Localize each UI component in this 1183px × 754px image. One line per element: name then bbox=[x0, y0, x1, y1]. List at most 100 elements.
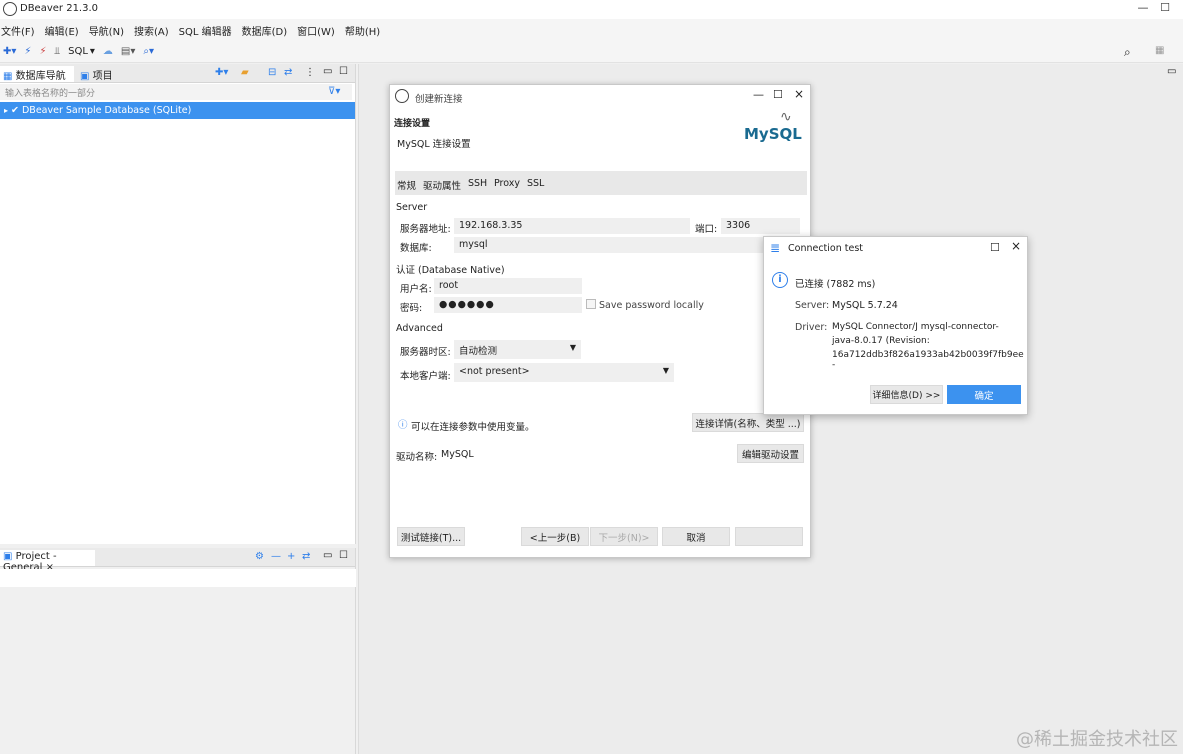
database-tools-icon[interactable]: ▤▾ bbox=[121, 46, 135, 57]
collapse-icon[interactable]: — bbox=[271, 551, 281, 562]
save-password-checkbox[interactable] bbox=[586, 299, 596, 309]
client-select[interactable]: <not present> ▼ bbox=[454, 363, 674, 382]
driver-label: Driver: bbox=[795, 322, 828, 333]
link-icon[interactable]: ⇄ bbox=[302, 551, 310, 562]
settings-icon[interactable]: ⚙ bbox=[255, 551, 264, 562]
main-toolbar: ✚▾ ⚡ ⚡ ⫫ SQL ▾ ☁ ▤▾ ⌕▾ ⌕ ▦ bbox=[0, 41, 1183, 63]
maximize-icon[interactable]: ☐ bbox=[1158, 1, 1172, 15]
edit-driver-button[interactable]: 编辑驱动设置 bbox=[737, 444, 804, 463]
mysql-logo: MySQL bbox=[744, 125, 802, 143]
advanced-section-label: Advanced bbox=[396, 323, 443, 334]
server-value: MySQL 5.7.24 bbox=[832, 300, 898, 311]
server-label: Server: bbox=[795, 300, 830, 311]
minimize-icon[interactable]: — bbox=[1136, 1, 1150, 15]
view-menu-icon[interactable]: ⋮ bbox=[305, 67, 315, 78]
connect-icon[interactable]: ⚡ bbox=[24, 46, 31, 57]
close-icon[interactable]: × bbox=[794, 87, 804, 101]
settings-heading: 连接设置 bbox=[394, 119, 431, 129]
menu-window[interactable]: 窗口(W) bbox=[297, 23, 335, 38]
info-icon: ⓘ bbox=[398, 420, 408, 431]
password-input[interactable]: ●●●●●● bbox=[434, 297, 582, 313]
menu-help[interactable]: 帮助(H) bbox=[345, 23, 380, 38]
driver-name-value: MySQL bbox=[441, 449, 474, 460]
menu-database[interactable]: 数据库(D) bbox=[242, 23, 288, 38]
tab-driver-properties[interactable]: 驱动属性 bbox=[423, 178, 461, 192]
dolphin-icon: ∿ bbox=[780, 109, 792, 125]
menu-edit[interactable]: 编辑(E) bbox=[45, 23, 79, 38]
port-label: 端口: bbox=[695, 224, 718, 235]
maximize-panel-icon[interactable]: ☐ bbox=[339, 550, 348, 561]
perspective-icon[interactable]: ▦ bbox=[1155, 45, 1164, 56]
tree-item-sample-database[interactable]: ▸ ✔ DBeaver Sample Database (SQLite) bbox=[0, 102, 355, 119]
sql-dropdown-icon[interactable]: ▾ bbox=[90, 46, 95, 57]
link-editor-icon[interactable]: ⇄ bbox=[284, 67, 292, 78]
minimize-editor-icon[interactable]: ▭ bbox=[1167, 66, 1176, 77]
minimize-panel-icon[interactable]: ▭ bbox=[323, 66, 332, 77]
tab-proxy[interactable]: Proxy bbox=[494, 178, 520, 189]
menu-navigate[interactable]: 导航(N) bbox=[89, 23, 124, 38]
port-input[interactable]: 3306 bbox=[721, 218, 800, 234]
filter-icon[interactable]: ⊽▾ bbox=[328, 86, 340, 97]
transaction-icon[interactable]: ⫫ bbox=[54, 46, 60, 57]
window-title: DBeaver 21.3.0 bbox=[20, 3, 99, 14]
tab-database-navigator[interactable]: ▦ 数据库导航 × bbox=[0, 66, 74, 93]
sql-button[interactable]: SQL bbox=[68, 46, 88, 57]
add-icon[interactable]: + bbox=[287, 551, 295, 562]
next-button[interactable]: 下一步(N)> bbox=[590, 527, 658, 546]
menu-file[interactable]: 文件(F) bbox=[1, 23, 35, 38]
host-input[interactable]: 192.168.3.35 bbox=[454, 218, 690, 234]
tab-ssh[interactable]: SSH bbox=[468, 178, 487, 189]
driver-name-label: 驱动名称: bbox=[396, 452, 438, 463]
collapse-all-icon[interactable]: ⊟ bbox=[268, 67, 276, 78]
disconnect-icon[interactable]: ⚡ bbox=[39, 46, 46, 57]
expand-arrow-icon[interactable]: ▸ bbox=[4, 106, 8, 115]
project-general-icon: ▣ bbox=[3, 551, 13, 562]
timezone-select[interactable]: 自动检测 ▼ bbox=[454, 340, 581, 359]
new-connection-icon[interactable]: ✚▾ bbox=[3, 46, 16, 57]
settings-subheading: MySQL 连接设置 bbox=[397, 139, 471, 150]
menu-sql-editor[interactable]: SQL 编辑器 bbox=[179, 23, 232, 38]
minimize-panel-icon[interactable]: ▭ bbox=[323, 550, 332, 561]
chevron-down-icon: ▼ bbox=[662, 366, 669, 375]
tab-general[interactable]: 常规 bbox=[397, 178, 416, 192]
maximize-icon[interactable]: ☐ bbox=[773, 88, 783, 101]
ok-button[interactable]: 确定 bbox=[947, 385, 1021, 404]
project-body bbox=[0, 569, 356, 587]
details-button[interactable]: 详细信息(D) >> bbox=[870, 385, 943, 404]
menu-search[interactable]: 搜索(A) bbox=[134, 23, 169, 38]
tab-ssl[interactable]: SSL bbox=[527, 178, 544, 189]
maximize-icon[interactable]: ☐ bbox=[990, 241, 1000, 254]
database-stack-icon: ≣ bbox=[770, 241, 781, 255]
tab-project-general[interactable]: ▣ Project - General × bbox=[0, 550, 95, 573]
create-connection-dialog: 创建新连接 — ☐ × 连接设置 MySQL 连接设置 MySQL ∿ 常规 驱… bbox=[389, 84, 811, 558]
back-button[interactable]: <上一步(B) bbox=[521, 527, 589, 546]
finish-button[interactable] bbox=[735, 527, 803, 546]
navigator-filter-input[interactable]: 输入表格名称的一部分 bbox=[0, 84, 352, 100]
test-connection-button[interactable]: 测试链接(T)... bbox=[397, 527, 465, 546]
timezone-label: 服务器时区: bbox=[400, 347, 451, 358]
driver-value-line2: java-8.0.17 (Revision: bbox=[832, 336, 930, 346]
database-input[interactable]: mysql bbox=[454, 237, 800, 253]
connection-details-button[interactable]: 连接详情(名称、类型 ...) bbox=[692, 413, 804, 432]
username-input[interactable]: root bbox=[434, 278, 582, 294]
client-label: 本地客户端: bbox=[400, 371, 451, 382]
minimize-icon[interactable]: — bbox=[753, 88, 764, 101]
folder-icon[interactable]: ▰ bbox=[241, 67, 249, 78]
search-toolbar-icon[interactable]: ⌕▾ bbox=[143, 46, 154, 57]
project-icon: ▣ bbox=[80, 71, 90, 82]
project-tabstrip: ▣ Project - General × ⚙ — + ⇄ ▭ ☐ bbox=[0, 548, 355, 573]
navigator-tabstrip: ▦ 数据库导航 × ▣ 项目 ✚▾ ▰ ⊟ ⇄ ⋮ ▭ ☐ bbox=[0, 64, 355, 93]
database-label: 数据库: bbox=[400, 243, 432, 254]
cancel-button[interactable]: 取消 bbox=[662, 527, 730, 546]
info-icon: i bbox=[772, 272, 788, 288]
maximize-panel-icon[interactable]: ☐ bbox=[339, 66, 348, 77]
commit-icon[interactable]: ☁ bbox=[103, 46, 113, 57]
save-password-label: Save password locally bbox=[599, 300, 704, 311]
tab-projects[interactable]: ▣ 项目 bbox=[77, 66, 116, 82]
username-label: 用户名: bbox=[400, 284, 432, 295]
close-icon[interactable]: × bbox=[1011, 239, 1021, 253]
global-search-icon[interactable]: ⌕ bbox=[1124, 45, 1131, 60]
host-label: 服务器地址: bbox=[400, 224, 451, 235]
dbeaver-dialog-icon bbox=[395, 89, 409, 103]
new-connection-small-icon[interactable]: ✚▾ bbox=[215, 67, 228, 78]
